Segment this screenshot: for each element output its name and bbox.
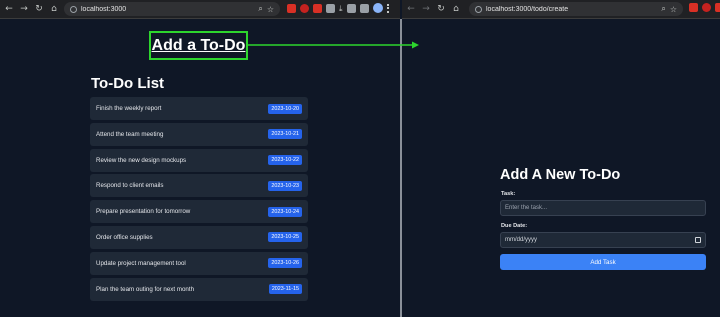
extension-icon[interactable]	[702, 3, 711, 12]
todo-due-date-badge: 2023-10-25	[268, 232, 302, 243]
extensions-bar: ⤓	[287, 3, 390, 13]
todo-task-text: Update project management tool	[96, 259, 186, 267]
nav-buttons: ← → ↻ ⌂	[0, 3, 60, 15]
todo-item[interactable]: Prepare presentation for tomorrow 2023-10…	[90, 200, 308, 224]
extension-icon[interactable]	[346, 3, 356, 13]
search-icon[interactable]: ⌕	[258, 4, 262, 14]
task-label: Task:	[501, 191, 516, 197]
todo-due-date-badge: 2023-10-22	[268, 155, 302, 166]
left-browser-toolbar: ← → ↻ ⌂ localhost:3000 ⌕ ☆ ⤓	[0, 0, 400, 19]
back-icon[interactable]: ←	[405, 3, 417, 15]
form-title: Add A New To-Do	[500, 167, 621, 183]
todo-task-text: Prepare presentation for tomorrow	[96, 208, 191, 216]
todo-list: Finish the weekly report 2023-10-20 Attend…	[90, 97, 308, 303]
window-divider	[400, 19, 402, 317]
extension-icon[interactable]	[715, 3, 720, 12]
todo-due-date-badge: 2023-10-20	[268, 103, 302, 114]
home-icon[interactable]: ⌂	[48, 3, 60, 15]
extension-icon[interactable]	[287, 3, 296, 13]
extension-icon[interactable]	[689, 3, 698, 12]
extensions-bar	[689, 3, 720, 12]
reload-icon[interactable]: ↻	[435, 3, 447, 15]
extension-icon[interactable]	[313, 3, 322, 13]
due-date-value: mm/dd/yyyy	[505, 237, 538, 243]
profile-avatar[interactable]	[372, 3, 383, 13]
download-icon[interactable]: ⤓	[339, 4, 343, 13]
puzzle-icon[interactable]	[326, 3, 335, 13]
menu-icon[interactable]	[386, 3, 390, 13]
nav-buttons: ← → ↻ ⌂	[402, 3, 462, 15]
todo-item[interactable]: Respond to client emails 2023-10-23	[90, 174, 308, 198]
todo-item[interactable]: Plan the team outing for next month 2023-…	[90, 277, 308, 301]
todo-due-date-badge: 2023-10-23	[268, 180, 302, 191]
back-icon[interactable]: ←	[3, 3, 15, 15]
task-placeholder: Enter the task...	[505, 205, 548, 211]
todo-due-date-badge: 2023-10-21	[268, 129, 302, 140]
extension-icon[interactable]	[359, 3, 369, 13]
todo-task-text: Plan the team outing for next month	[96, 285, 195, 293]
todo-task-text: Review the new design mockups	[96, 156, 187, 164]
forward-icon[interactable]: →	[18, 3, 30, 15]
url-text: localhost:3000	[81, 5, 127, 13]
page-title: To-Do List	[91, 75, 165, 92]
bookmark-star-icon[interactable]: ☆	[670, 5, 677, 14]
todo-task-text: Finish the weekly report	[96, 105, 162, 112]
extension-icon[interactable]	[300, 3, 309, 13]
todo-item[interactable]: Attend the team meeting 2023-10-21	[90, 122, 308, 146]
add-task-button[interactable]: Add Task	[500, 254, 706, 270]
arrow-icon	[248, 41, 419, 49]
forward-icon[interactable]: →	[420, 3, 432, 15]
address-bar[interactable]: localhost:3000 ⌕ ☆	[64, 2, 280, 16]
todo-due-date-badge: 2023-11-15	[268, 284, 302, 295]
todo-due-date-badge: 2023-10-24	[268, 206, 302, 217]
search-icon[interactable]: ⌕	[661, 4, 665, 14]
home-icon[interactable]: ⌂	[450, 3, 462, 15]
site-info-icon[interactable]	[70, 5, 77, 13]
due-date-input[interactable]: mm/dd/yyyy	[500, 232, 706, 248]
todo-task-text: Attend the team meeting	[96, 130, 164, 138]
add-todo-link[interactable]: Add a To-Do	[152, 37, 246, 55]
reload-icon[interactable]: ↻	[33, 3, 45, 15]
url-text: localhost:3000/todo/create	[486, 5, 569, 13]
todo-item[interactable]: Order office supplies 2023-10-25	[90, 225, 308, 249]
todo-item[interactable]: Update project management tool 2023-10-26	[90, 251, 308, 275]
bookmark-star-icon[interactable]: ☆	[267, 5, 274, 14]
screenshot: ← → ↻ ⌂ localhost:3000 ⌕ ☆ ⤓ ← → ↻ ⌂ loc…	[0, 0, 720, 317]
address-bar[interactable]: localhost:3000/todo/create ⌕ ☆	[469, 2, 683, 16]
task-input[interactable]: Enter the task...	[500, 200, 706, 216]
due-date-label: Due Date:	[501, 223, 528, 229]
calendar-icon[interactable]	[695, 237, 701, 243]
site-info-icon[interactable]	[475, 5, 482, 13]
right-browser-toolbar: ← → ↻ ⌂ localhost:3000/todo/create ⌕ ☆	[402, 0, 720, 19]
todo-due-date-badge: 2023-10-26	[268, 258, 302, 269]
todo-item[interactable]: Finish the weekly report 2023-10-20	[90, 97, 308, 120]
add-todo-callout[interactable]: Add a To-Do	[149, 31, 248, 60]
todo-task-text: Order office supplies	[96, 233, 153, 241]
todo-task-text: Respond to client emails	[96, 182, 164, 190]
todo-item[interactable]: Review the new design mockups 2023-10-22	[90, 148, 308, 172]
